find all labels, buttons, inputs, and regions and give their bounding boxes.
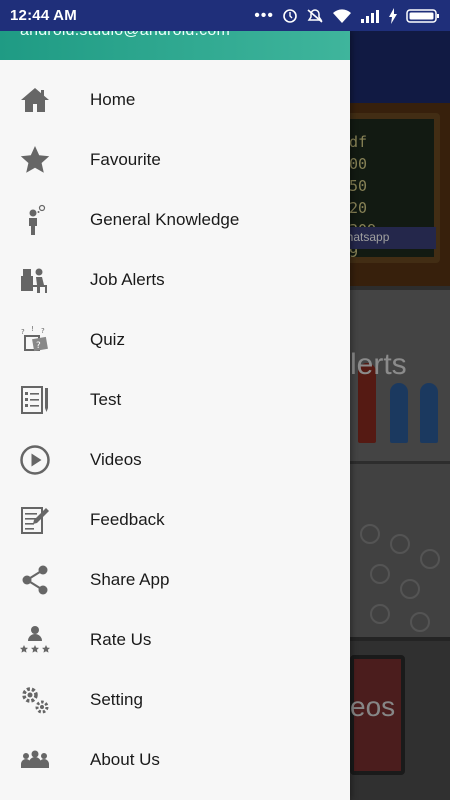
more-dots-icon: ••• [254,6,274,24]
menu-item-favourite[interactable]: Favourite [0,130,350,190]
menu-item-quiz[interactable]: ??!? Quiz [0,310,350,370]
feedback-icon [18,504,52,536]
menu-item-label: Share App [90,570,170,589]
drawer-menu: Home Favourite General Knowledge Job Ale… [0,60,350,790]
menu-item-label: Test [90,390,122,409]
drawer-header-email: android.studio@android.com [20,31,230,40]
status-icons: ••• [254,6,440,24]
status-bar: 12:44 AM ••• [0,0,450,31]
share-icon [18,564,52,596]
menu-item-label: Quiz [90,330,125,349]
test-sheet-icon [18,384,52,416]
menu-item-label: Videos [90,450,142,469]
desk-worker-icon [18,264,52,296]
menu-item-test[interactable]: Test [0,370,350,430]
svg-text:!: ! [31,325,34,333]
menu-item-label: Home [90,90,136,109]
menu-item-general-knowledge[interactable]: General Knowledge [0,190,350,250]
menu-item-rate-us[interactable]: Rate Us [0,610,350,670]
menu-item-videos[interactable]: Videos [0,430,350,490]
menu-item-label: Job Alerts [90,270,165,289]
group-icon [18,744,52,776]
alarm-icon [282,8,298,24]
menu-item-label: General Knowledge [90,210,240,229]
menu-item-job-alerts[interactable]: Job Alerts [0,250,350,310]
home-icon [18,84,52,116]
menu-item-label: Setting [90,690,143,709]
drawer-scrim[interactable] [350,31,450,800]
battery-icon [406,8,440,24]
drawer-header: android.studio@android.com [0,31,350,60]
thinking-person-icon [18,204,52,236]
navigation-drawer: android.studio@android.com Home Favourit… [0,31,350,800]
menu-item-home[interactable]: Home [0,70,350,130]
svg-text:?: ? [36,341,41,351]
svg-text:?: ? [21,328,25,336]
menu-item-feedback[interactable]: Feedback [0,490,350,550]
menu-item-label: Rate Us [90,630,152,649]
wifi-icon [332,8,352,24]
svg-text:?: ? [41,327,45,335]
status-time: 12:44 AM [10,7,77,24]
menu-item-label: Feedback [90,510,165,529]
menu-item-about-us[interactable]: About Us [0,730,350,790]
quiz-icon: ??!? [18,324,52,356]
signal-icon [360,9,380,23]
menu-item-setting[interactable]: Setting [0,670,350,730]
mute-icon [306,8,324,24]
menu-item-share-app[interactable]: Share App [0,550,350,610]
rate-icon [18,624,52,656]
menu-item-label: About Us [90,750,160,769]
gears-icon [18,684,52,716]
star-icon [18,144,52,176]
menu-item-label: Favourite [90,150,161,169]
charging-icon [388,7,398,24]
play-circle-icon [18,444,52,476]
